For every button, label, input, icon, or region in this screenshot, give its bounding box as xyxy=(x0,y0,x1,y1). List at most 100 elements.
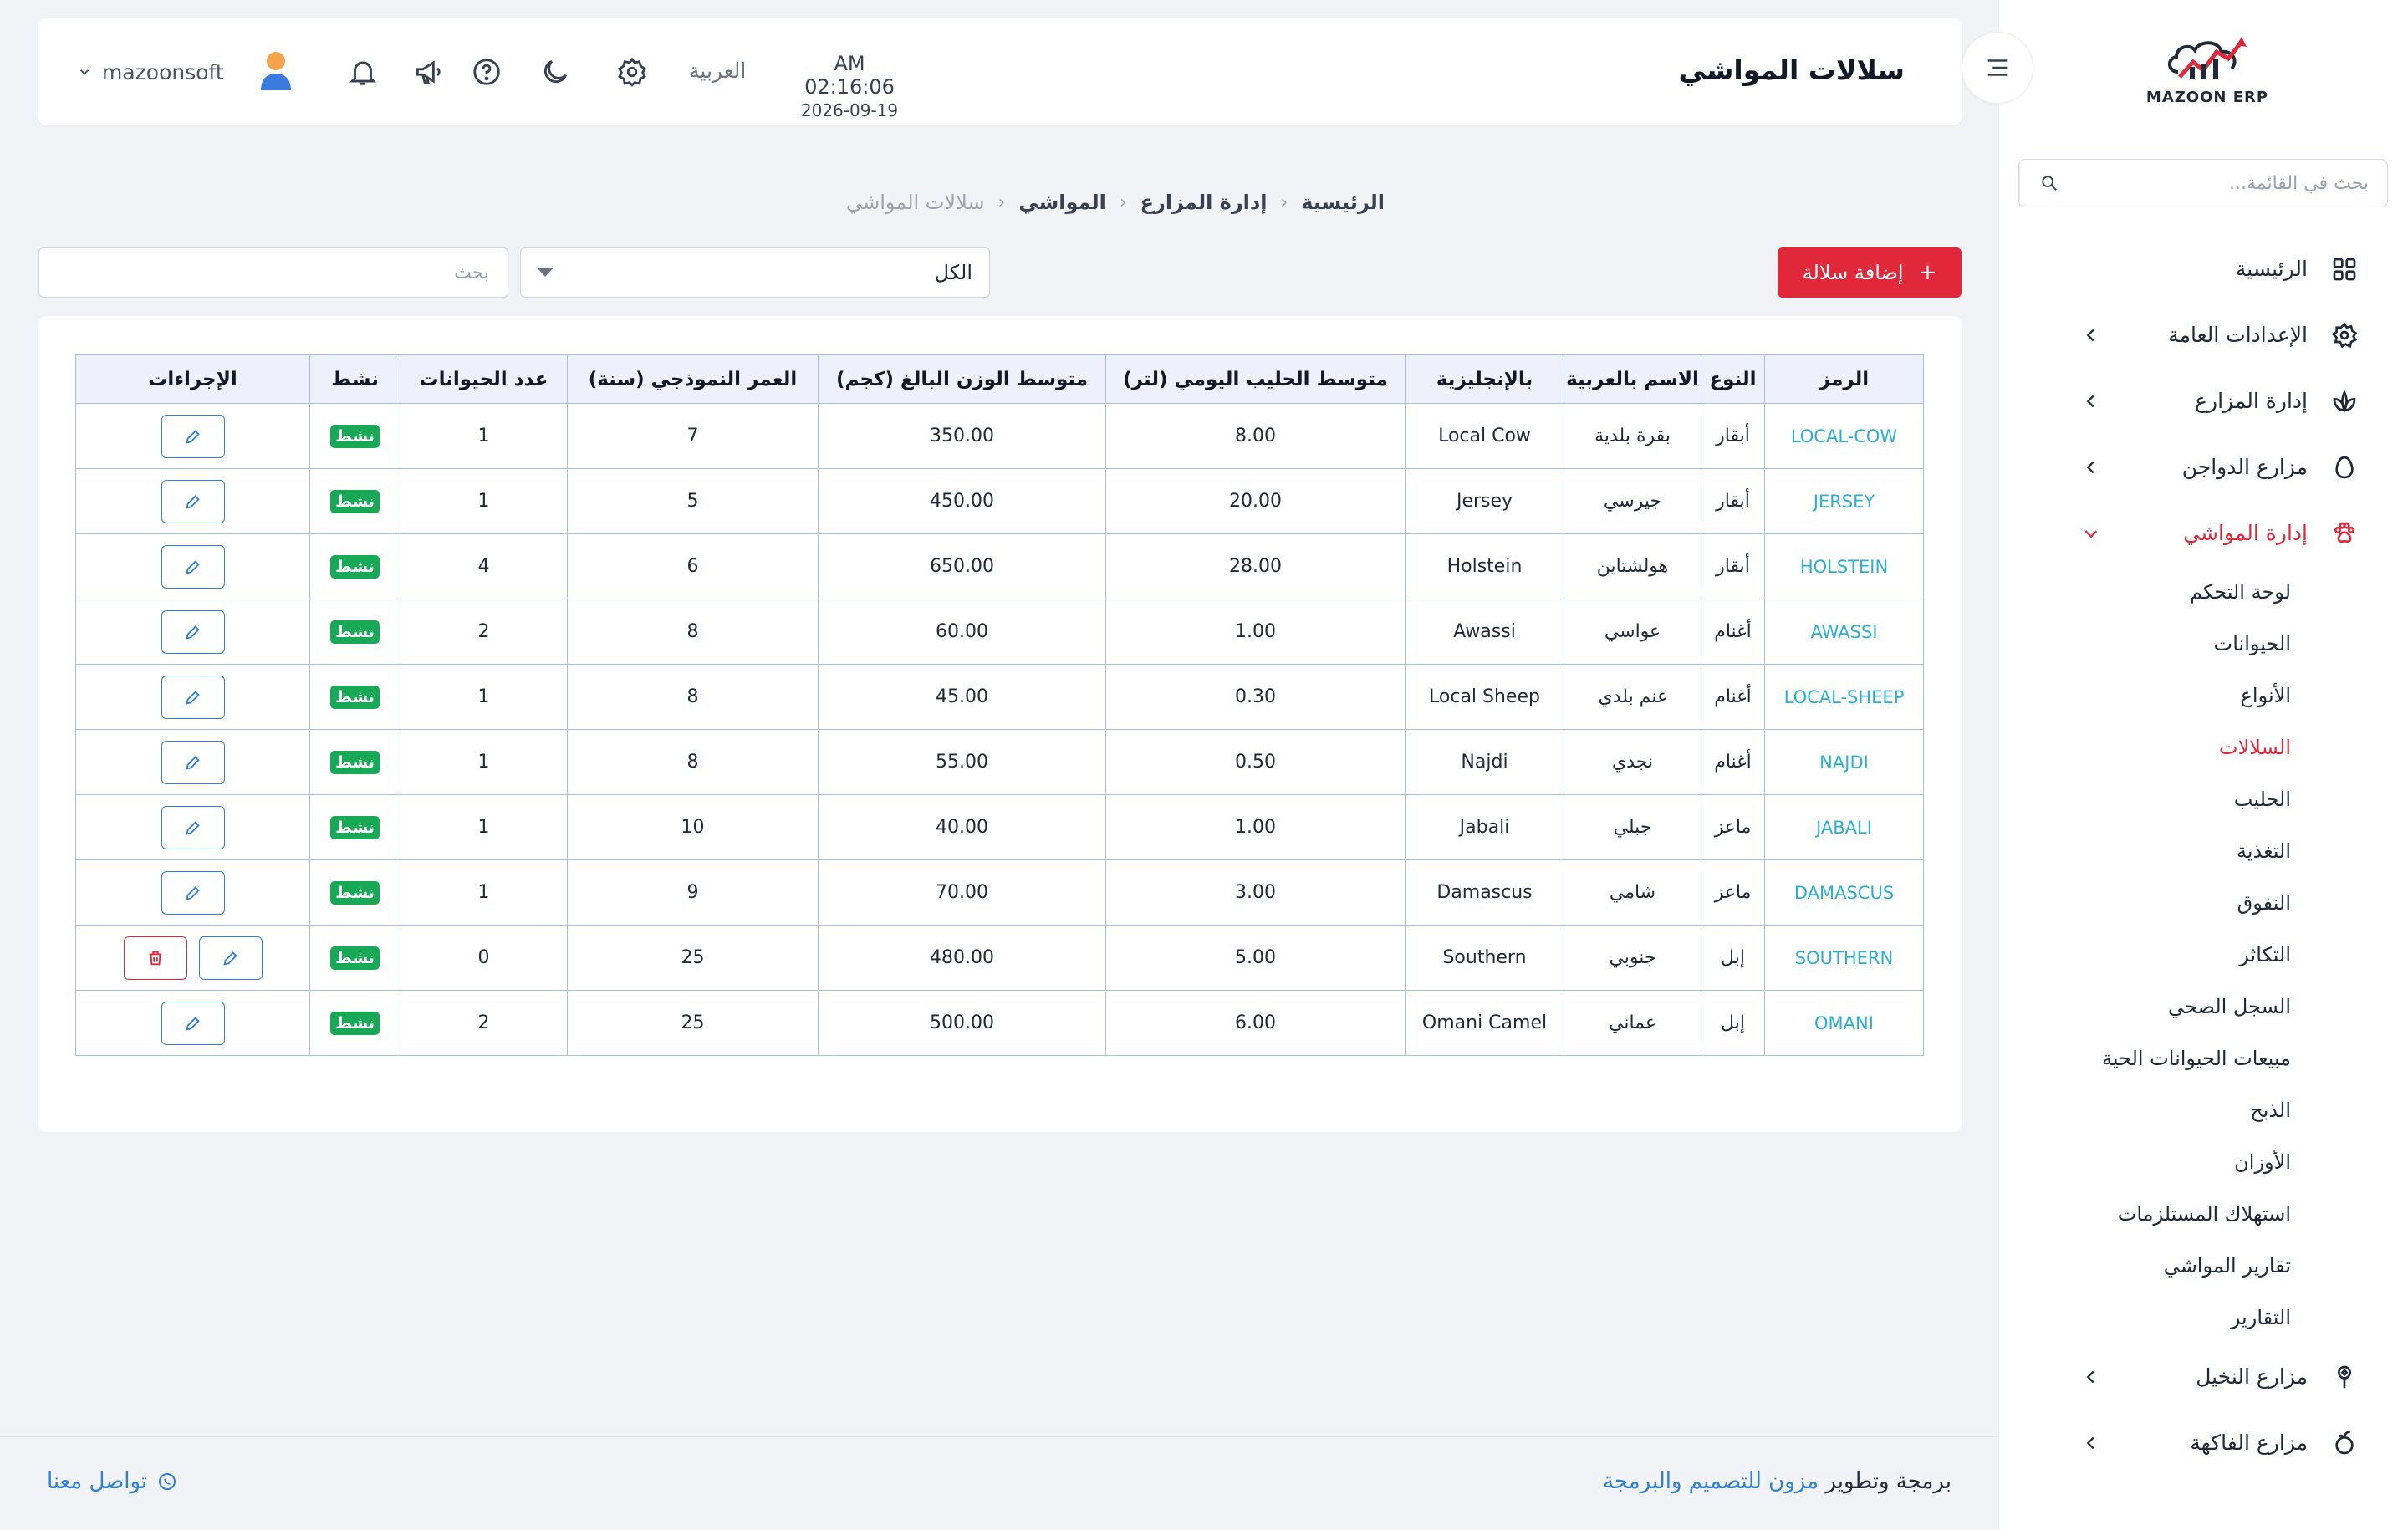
pencil-icon xyxy=(185,690,200,705)
breadcrumb-livestock[interactable]: المواشي xyxy=(1018,191,1105,214)
submenu-item-health-record[interactable]: السجل الصحي xyxy=(1998,981,2408,1033)
breed-code[interactable]: DAMASCUS xyxy=(1764,859,1924,926)
sidebar-item-palm-farms[interactable]: مزارع النخيل xyxy=(1998,1344,2408,1410)
avg-milk: 28.00 xyxy=(1105,533,1406,599)
avg-milk: 20.00 xyxy=(1105,468,1406,534)
table-row[interactable]: LOCAL-COW أبقار بقرة بلدية Local Cow 8.00 350… xyxy=(75,403,1924,469)
edit-button[interactable] xyxy=(198,936,263,980)
row-actions xyxy=(76,609,309,654)
breed-code[interactable]: NAJDI xyxy=(1764,729,1924,795)
animal-count: 1 xyxy=(400,403,568,469)
edit-button[interactable] xyxy=(161,479,225,523)
moon-icon[interactable] xyxy=(537,54,574,90)
edit-button[interactable] xyxy=(161,675,225,719)
edit-button[interactable] xyxy=(161,414,225,458)
edit-button[interactable] xyxy=(161,870,225,915)
row-actions xyxy=(76,805,309,849)
avg-milk: 3.00 xyxy=(1105,859,1406,926)
breed-code[interactable]: LOCAL-SHEEP xyxy=(1764,664,1924,730)
sidebar-item-livestock-management[interactable]: إدارة المواشي xyxy=(1998,500,2408,566)
submenu-item-animals[interactable]: الحيوانات xyxy=(1998,618,2408,670)
table-row[interactable]: NAJDI أغنام نجدي Najdi 0.50 55.00 8 1 نشط xyxy=(75,729,1924,795)
avatar xyxy=(256,48,296,95)
breadcrumb-separator: ‹ xyxy=(997,191,1006,213)
avg-milk: 6.00 xyxy=(1105,990,1406,1056)
sidebar-search-input[interactable] xyxy=(2078,160,2387,207)
logo[interactable]: MAZOON ERP xyxy=(2132,33,2283,117)
sidebar-item-poultry-farms[interactable]: مزارع الدواجن xyxy=(1998,434,2408,500)
chevron-left-icon xyxy=(2086,461,2094,473)
breed-code[interactable]: OMANI xyxy=(1764,990,1924,1056)
search-icon[interactable] xyxy=(2019,160,2078,207)
edit-button[interactable] xyxy=(161,544,225,589)
table-row[interactable]: AWASSI أغنام عواسي Awassi 1.00 60.00 8 2 نشط xyxy=(75,599,1924,665)
sidebar-item-fruit-farms[interactable]: مزارع الفاكهة xyxy=(1998,1410,2408,1476)
breed-code[interactable]: LOCAL-COW xyxy=(1764,403,1924,469)
avg-weight: 480.00 xyxy=(818,925,1106,991)
delete-button[interactable] xyxy=(123,936,187,980)
bell-icon[interactable] xyxy=(344,54,381,90)
help-icon[interactable] xyxy=(468,54,505,90)
megaphone-icon[interactable] xyxy=(410,54,446,90)
animal-count: 1 xyxy=(400,859,568,926)
table-row[interactable]: OMANI إبل عماني Omani Camel 6.00 500.00 25 2 نشط xyxy=(75,990,1924,1056)
breed-type: أبقار xyxy=(1701,468,1765,534)
submenu-item-dashboard[interactable]: لوحة التحكم xyxy=(1998,566,2408,618)
breed-code[interactable]: JABALI xyxy=(1764,794,1924,860)
submenu-item-supplies-consumption[interactable]: استهلاك المستلزمات xyxy=(1998,1188,2408,1240)
user-menu[interactable]: mazoonsoft xyxy=(77,50,296,94)
table-row[interactable]: JERSEY أبقار جيرسي Jersey 20.00 450.00 5 1 نشط xyxy=(75,468,1924,534)
contact-link[interactable]: تواصل معنا xyxy=(47,1469,177,1494)
breed-code[interactable]: JERSEY xyxy=(1764,468,1924,534)
edit-button[interactable] xyxy=(161,1001,225,1045)
edit-button[interactable] xyxy=(161,740,225,784)
table-row[interactable]: DAMASCUS ماعز شامي Damascus 3.00 70.00 9 1 نشط xyxy=(75,859,1924,926)
breed-name-ar: نجدي xyxy=(1564,729,1701,795)
table-row[interactable]: JABALI ماعز جبلي Jabali 1.00 40.00 10 1 نشط xyxy=(75,794,1924,860)
status-cell: نشط xyxy=(309,859,400,926)
breed-code[interactable]: AWASSI xyxy=(1764,599,1924,665)
breadcrumb-farm-management[interactable]: إدارة المزارع xyxy=(1140,191,1268,214)
sidebar-item-home[interactable]: الرئيسية xyxy=(1998,236,2408,302)
submenu-item-types[interactable]: الأنواع xyxy=(1998,670,2408,722)
edit-button[interactable] xyxy=(161,805,225,849)
table-search-input[interactable] xyxy=(39,248,508,297)
breadcrumb-home[interactable]: الرئيسية xyxy=(1301,191,1385,214)
breed-name-en: Local Sheep xyxy=(1405,664,1564,730)
breed-name-en: Southern xyxy=(1405,925,1564,991)
breeds-card: الرمز النوع الاسم بالعربية بالإنجليزية متوسط… xyxy=(38,316,1962,1132)
gear-icon[interactable] xyxy=(614,54,650,90)
edit-button[interactable] xyxy=(161,609,225,654)
sidebar-toggle-button[interactable] xyxy=(1962,32,2033,104)
type-filter-select[interactable]: الكل xyxy=(520,247,990,298)
table-row[interactable]: LOCAL-SHEEP أغنام غنم بلدي Local Sheep 0.30 4… xyxy=(75,664,1924,730)
submenu-item-breeds[interactable]: السلالات xyxy=(1998,722,2408,773)
status-cell: نشط xyxy=(309,990,400,1056)
submenu-item-slaughter[interactable]: الذبح xyxy=(1998,1084,2408,1136)
table-row[interactable]: HOLSTEIN أبقار هولشتاين Holstein 28.00 650.00… xyxy=(75,533,1924,599)
row-actions xyxy=(76,740,309,784)
sidebar-item-label: مزارع الفاكهة xyxy=(2190,1431,2308,1455)
submenu-item-breeding[interactable]: التكاثر xyxy=(1998,929,2408,981)
table-row[interactable]: SOUTHERN إبل جنوبي Southern 5.00 480.00 25 0 نشط xyxy=(75,925,1924,991)
submenu-item-live-sales[interactable]: مبيعات الحيوانات الحية xyxy=(1998,1033,2408,1084)
animal-count: 0 xyxy=(400,925,568,991)
breed-code[interactable]: HOLSTEIN xyxy=(1764,533,1924,599)
column-header: بالإنجليزية xyxy=(1405,354,1564,404)
submenu-item-feeding[interactable]: التغذية xyxy=(1998,825,2408,877)
sidebar-item-general-settings[interactable]: الإعدادات العامة xyxy=(1998,302,2408,368)
pencil-icon xyxy=(185,494,200,509)
submenu-item-mortality[interactable]: النفوق xyxy=(1998,877,2408,929)
language-switch[interactable]: العربية xyxy=(689,59,746,83)
submenu-item-milk[interactable]: الحليب xyxy=(1998,773,2408,825)
sidebar-item-farm-management[interactable]: إدارة المزارع xyxy=(1998,368,2408,434)
submenu-item-weights[interactable]: الأوزان xyxy=(1998,1136,2408,1188)
breed-code[interactable]: SOUTHERN xyxy=(1764,925,1924,991)
footer-credit: برمجة وتطوير مزون للتصميم والبرمجة xyxy=(1603,1469,1951,1494)
breed-name-en: Najdi xyxy=(1405,729,1564,795)
submenu-item-livestock-reports[interactable]: تقارير المواشي xyxy=(1998,1240,2408,1292)
footer-credit-link[interactable]: مزون للتصميم والبرمجة xyxy=(1603,1469,1819,1494)
submenu-item-reports[interactable]: التقارير xyxy=(1998,1292,2408,1344)
avg-weight: 40.00 xyxy=(818,794,1106,860)
add-breed-button[interactable]: + إضافة سلالة xyxy=(1778,247,1962,298)
